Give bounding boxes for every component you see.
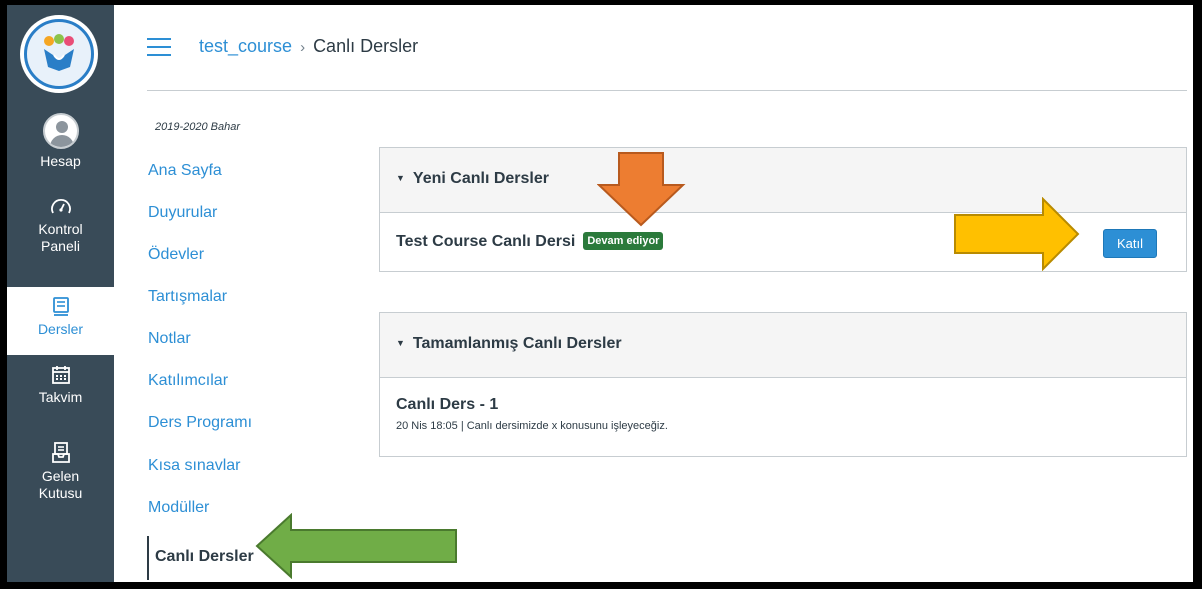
completed-live-lessons-title: Tamamlanmış Canlı Dersler bbox=[412, 335, 622, 352]
global-nav: Hesap Kontrol Paneli Dersler Takvim Gele… bbox=[7, 5, 114, 582]
course-nav-label: Canlı Dersler bbox=[155, 548, 254, 565]
course-nav-label: Ana Sayfa bbox=[148, 162, 222, 179]
global-nav-courses-label: Dersler bbox=[37, 321, 84, 337]
breadcrumb-current: Canlı Dersler bbox=[313, 36, 419, 56]
collapse-triangle-icon: ▼ bbox=[396, 338, 405, 348]
course-nav-label: Notlar bbox=[148, 330, 191, 347]
inbox-icon bbox=[51, 442, 70, 463]
global-nav-calendar[interactable]: Takvim bbox=[7, 365, 114, 406]
dashboard-icon bbox=[50, 199, 71, 214]
orange-down-arrow-icon bbox=[597, 152, 686, 227]
list-item: Canlı Ders - 1 20 Nis 18:05 | Canlı ders… bbox=[380, 378, 1186, 457]
global-nav-dashboard-label-2: Paneli bbox=[41, 238, 80, 254]
global-nav-dashboard[interactable]: Kontrol Paneli bbox=[7, 197, 114, 255]
breadcrumb-separator: › bbox=[300, 39, 306, 56]
status-badge: Devam ediyor bbox=[583, 232, 664, 250]
completed-live-lessons-header[interactable]: ▼ Tamamlanmış Canlı Dersler bbox=[380, 313, 1186, 378]
collapse-triangle-icon: ▼ bbox=[396, 173, 405, 183]
lesson-description: 20 Nis 18:05 | Canlı dersimizde x konusu… bbox=[396, 420, 668, 432]
course-nav-label: Duyurular bbox=[148, 204, 218, 221]
course-nav-home[interactable]: Ana Sayfa bbox=[147, 157, 347, 187]
hamburger-menu-icon[interactable] bbox=[147, 38, 171, 56]
green-left-arrow-icon bbox=[255, 513, 457, 579]
lesson-name[interactable]: Test Course Canlı Dersi bbox=[396, 233, 575, 250]
breadcrumb: test_course › Canlı Dersler bbox=[199, 36, 418, 57]
global-nav-courses[interactable]: Dersler bbox=[7, 287, 114, 355]
calendar-icon bbox=[51, 366, 70, 384]
course-nav-label: Ödevler bbox=[148, 246, 205, 263]
global-nav-inbox-label-2: Kutusu bbox=[38, 485, 83, 501]
avatar bbox=[42, 113, 79, 149]
course-nav-discussions[interactable]: Tartışmalar bbox=[147, 283, 347, 313]
global-nav-account-label: Hesap bbox=[40, 153, 81, 169]
course-nav-label: Katılımcılar bbox=[148, 372, 229, 389]
term-label: 2019-2020 Bahar bbox=[155, 121, 241, 133]
lesson-name[interactable]: Canlı Ders - 1 bbox=[396, 396, 668, 414]
course-nav-assignments[interactable]: Ödevler bbox=[147, 241, 347, 271]
global-nav-dashboard-label-1: Kontrol bbox=[38, 221, 83, 237]
global-nav-account[interactable]: Hesap bbox=[7, 113, 114, 170]
app-frame: Hesap Kontrol Paneli Dersler Takvim Gele… bbox=[7, 5, 1193, 582]
institution-logo[interactable] bbox=[20, 15, 98, 93]
page-header: test_course › Canlı Dersler bbox=[147, 5, 1187, 91]
course-nav-label: Kısa sınavlar bbox=[148, 457, 241, 474]
course-nav-people[interactable]: Katılımcılar bbox=[147, 367, 347, 397]
global-nav-calendar-label: Takvim bbox=[38, 389, 83, 405]
course-nav-label: Tartışmalar bbox=[148, 288, 228, 305]
yellow-right-arrow-icon bbox=[954, 197, 1080, 271]
breadcrumb-course-link[interactable]: test_course bbox=[199, 36, 292, 56]
logo-emblem-icon bbox=[44, 34, 74, 71]
course-nav-syllabus[interactable]: Ders Programı bbox=[147, 409, 347, 439]
courses-book-icon bbox=[52, 297, 69, 316]
course-nav-grades[interactable]: Notlar bbox=[147, 325, 347, 355]
global-nav-inbox[interactable]: Gelen Kutusu bbox=[7, 442, 114, 502]
course-nav-label: Modüller bbox=[148, 499, 210, 516]
course-nav-announcements[interactable]: Duyurular bbox=[147, 199, 347, 229]
completed-live-lessons-panel: ▼ Tamamlanmış Canlı Dersler Canlı Ders - … bbox=[379, 312, 1187, 457]
global-nav-inbox-label-1: Gelen bbox=[41, 468, 80, 484]
new-live-lessons-title: Yeni Canlı Dersler bbox=[412, 170, 549, 187]
join-button[interactable]: Katıl bbox=[1102, 229, 1157, 258]
course-nav-label: Ders Programı bbox=[148, 414, 253, 431]
course-nav-quizzes[interactable]: Kısa sınavlar bbox=[147, 452, 347, 482]
